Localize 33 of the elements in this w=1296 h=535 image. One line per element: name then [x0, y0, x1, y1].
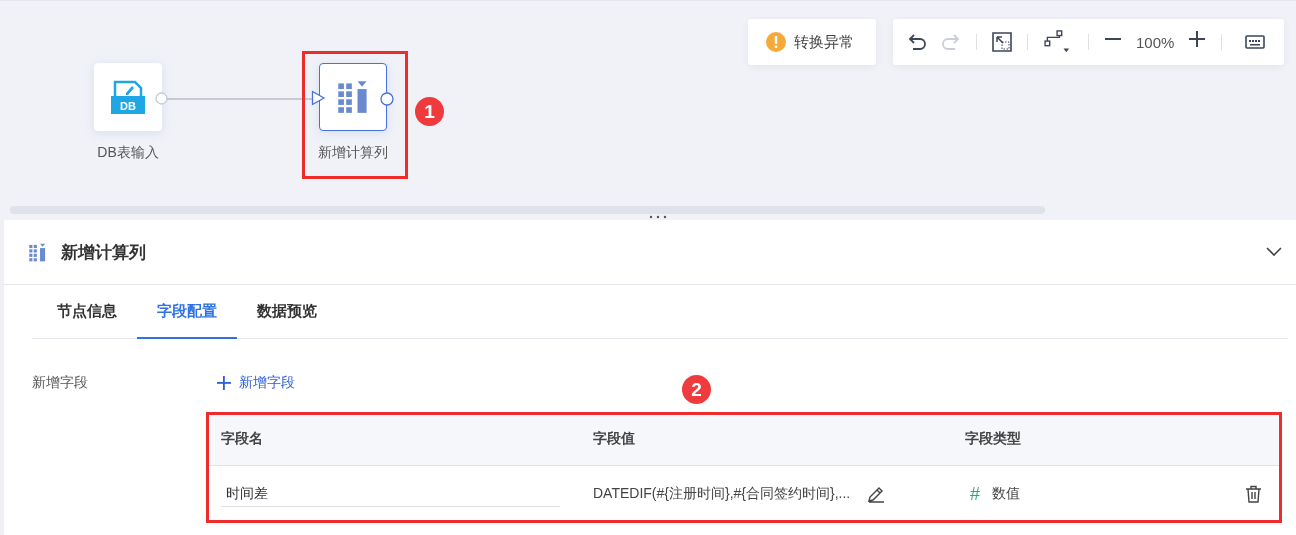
- input-port-icon[interactable]: [311, 90, 326, 106]
- field-type: 数值: [992, 485, 1020, 503]
- calculated-column-icon: [28, 242, 47, 262]
- resize-handle-icon[interactable]: [649, 215, 667, 219]
- edit-icon[interactable]: [866, 485, 887, 503]
- tab[interactable]: 节点信息: [37, 285, 137, 339]
- plus-icon: [217, 376, 231, 390]
- database-table-icon: [110, 80, 146, 114]
- field-name-input[interactable]: 时间差: [221, 481, 560, 507]
- node-icon-text: DB: [119, 100, 137, 113]
- number-type-icon: #: [970, 483, 980, 505]
- panel-title: 新增计算列: [61, 241, 146, 264]
- annotation-badge: 2: [682, 375, 711, 404]
- output-port-icon[interactable]: [380, 92, 394, 106]
- add-field-button[interactable]: 新增字段: [217, 374, 295, 392]
- field-label: 新增字段: [32, 374, 89, 392]
- fit-view-icon[interactable]: [992, 30, 1012, 54]
- chevron-down-icon[interactable]: [1266, 247, 1282, 257]
- tab[interactable]: 字段配置: [137, 285, 237, 339]
- node-label: DB表输入: [97, 144, 159, 162]
- node-label: 新增计算列: [318, 144, 388, 162]
- column-header: 字段类型: [965, 430, 1022, 448]
- column-header: 字段值: [593, 430, 636, 448]
- warning-icon: [766, 32, 786, 52]
- field-value: DATEDIF(#{注册时间},#{合同签约时间},...: [593, 485, 851, 503]
- annotation-badge: 1: [415, 97, 444, 126]
- delete-icon[interactable]: [1245, 485, 1262, 503]
- column-header: 字段名: [221, 430, 264, 448]
- zoom-level: 100%: [1136, 33, 1175, 51]
- conversion-error-button[interactable]: 转换异常: [748, 19, 876, 65]
- flow-node[interactable]: [319, 63, 387, 131]
- tab[interactable]: 数据预览: [237, 285, 337, 339]
- calculated-column-icon: [336, 80, 370, 114]
